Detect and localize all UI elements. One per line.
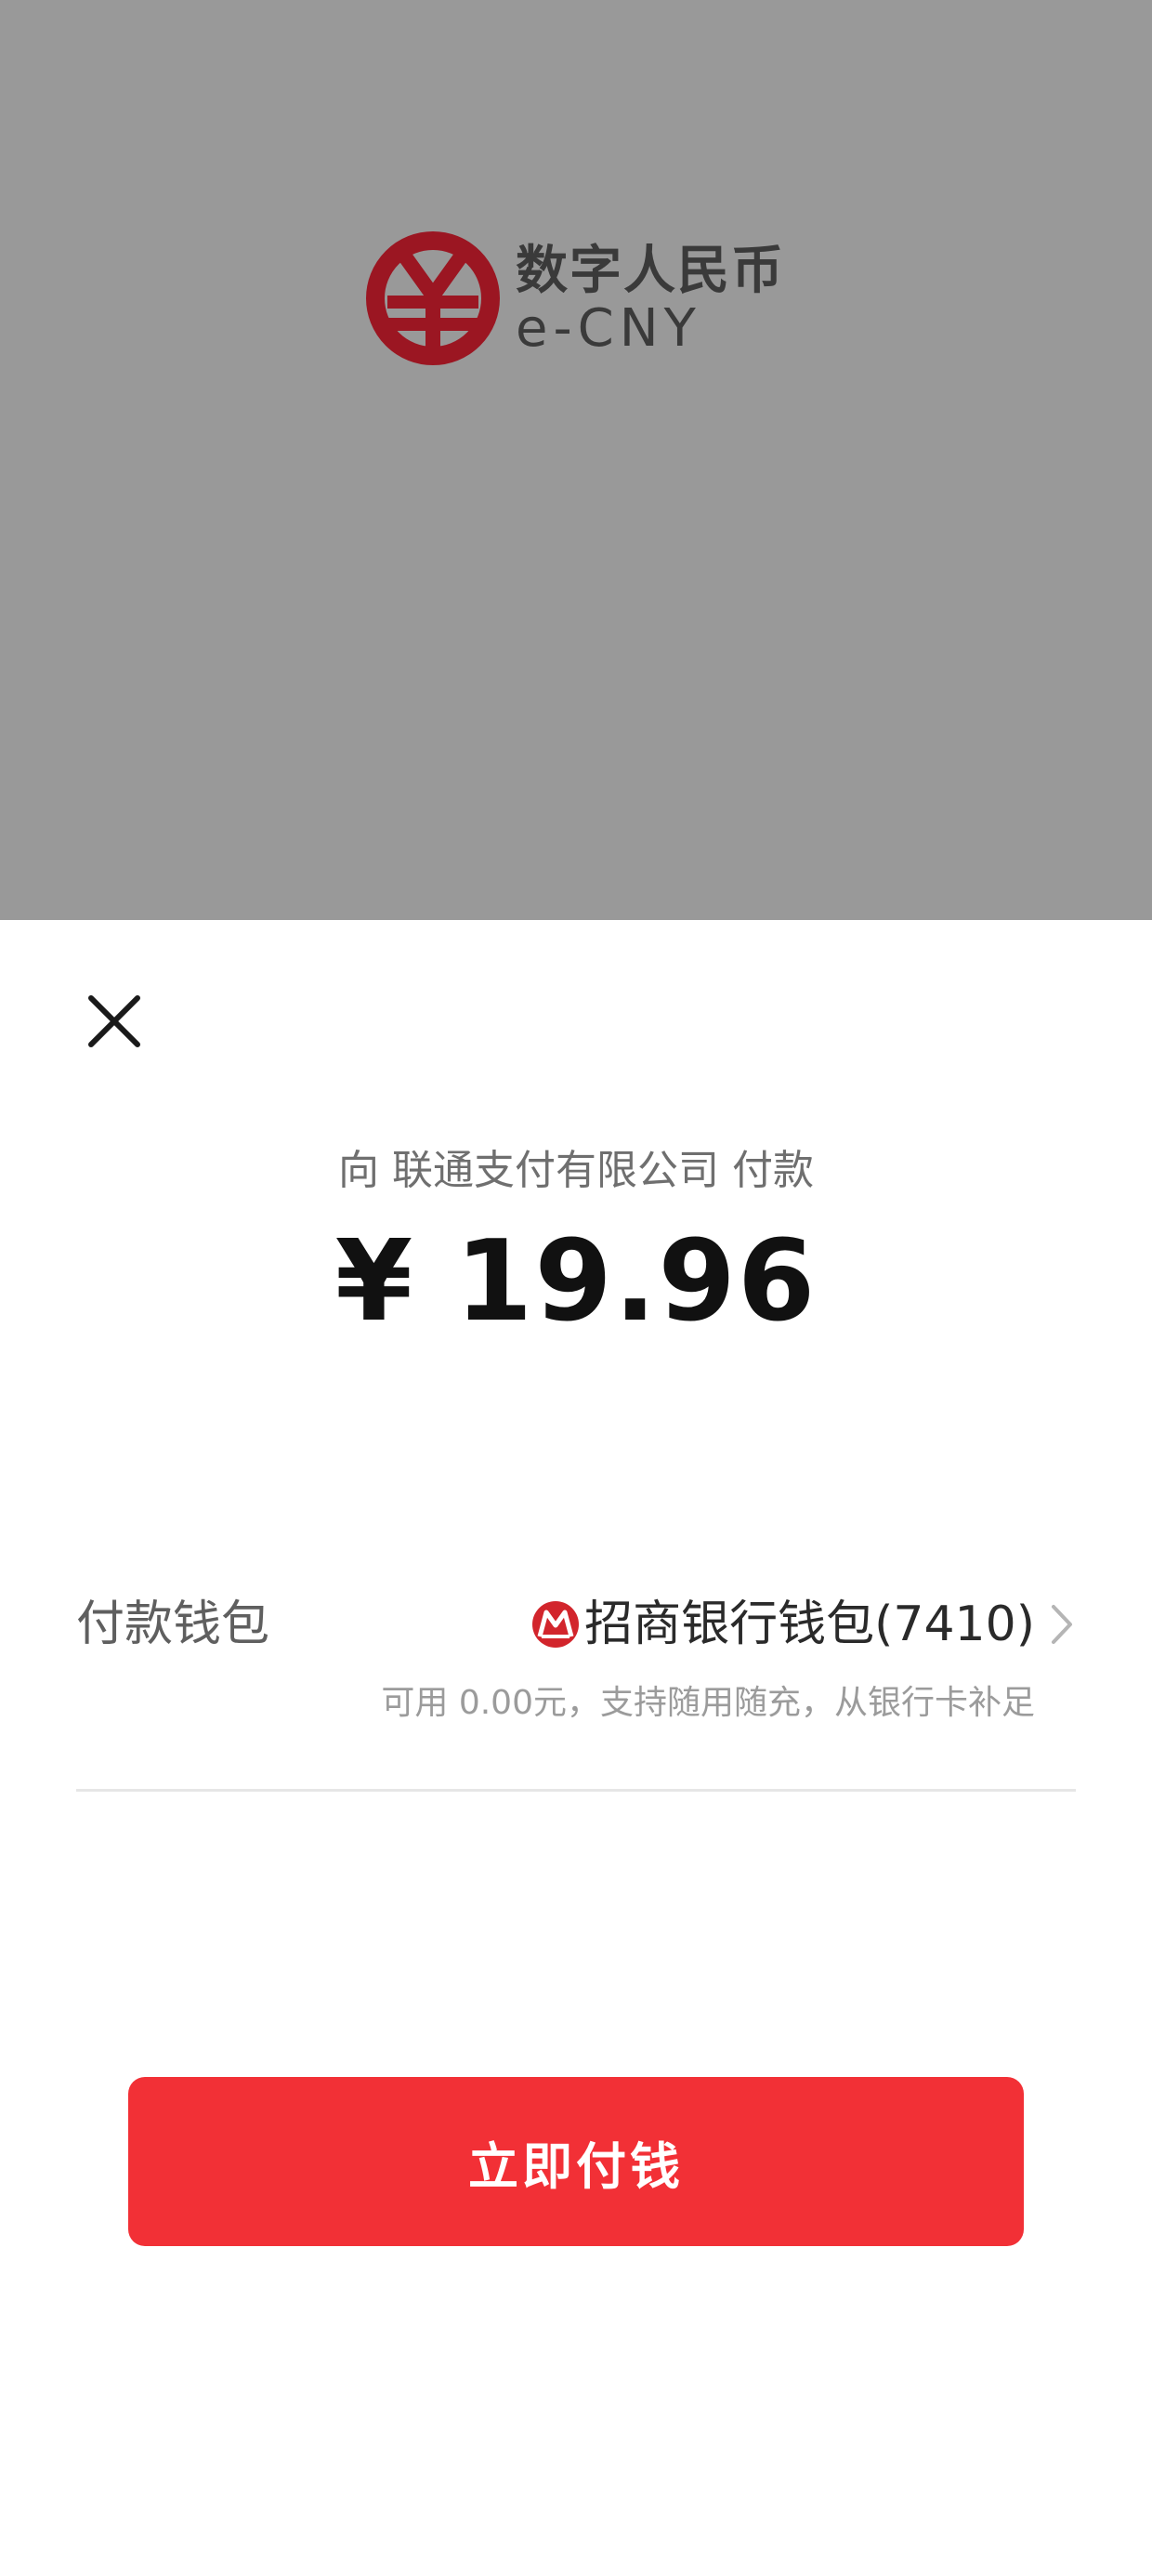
e-cny-brand: 数字人民币 e-CNY xyxy=(365,230,792,366)
close-icon xyxy=(88,995,140,1047)
wallet-label: 付款钱包 xyxy=(76,1597,270,1652)
wallet-balance-hint: 可用 0.00元，支持随用随充，从银行卡补足 xyxy=(381,1684,1035,1722)
dimmed-background-overlay[interactable]: 数字人民币 e-CNY xyxy=(0,0,1152,920)
close-button[interactable] xyxy=(76,983,152,1059)
brand-name-cn: 数字人民币 xyxy=(516,241,785,301)
chevron-right-icon xyxy=(1052,1605,1072,1644)
pay-now-button[interactable]: 立即付钱 xyxy=(128,2077,1024,2246)
payment-amount: ¥ 19.96 xyxy=(334,1217,818,1347)
cmb-bank-logo-icon xyxy=(532,1601,580,1648)
payment-sheet: 向 联通支付有限公司 付款 ¥ 19.96 付款钱包 招商银行钱包(7410) … xyxy=(0,920,1152,2576)
divider xyxy=(76,1789,1076,1792)
wallet-row: 付款钱包 招商银行钱包(7410) xyxy=(76,1580,1076,1669)
payee-text: 向 联通支付有限公司 付款 xyxy=(338,1147,814,1194)
brand-name-en: e-CNY xyxy=(516,298,701,359)
e-cny-yuan-logo-icon xyxy=(366,231,500,365)
wallet-selector[interactable]: 招商银行钱包(7410) xyxy=(530,1580,1076,1669)
selected-wallet-name: 招商银行钱包(7410) xyxy=(584,1597,1035,1652)
